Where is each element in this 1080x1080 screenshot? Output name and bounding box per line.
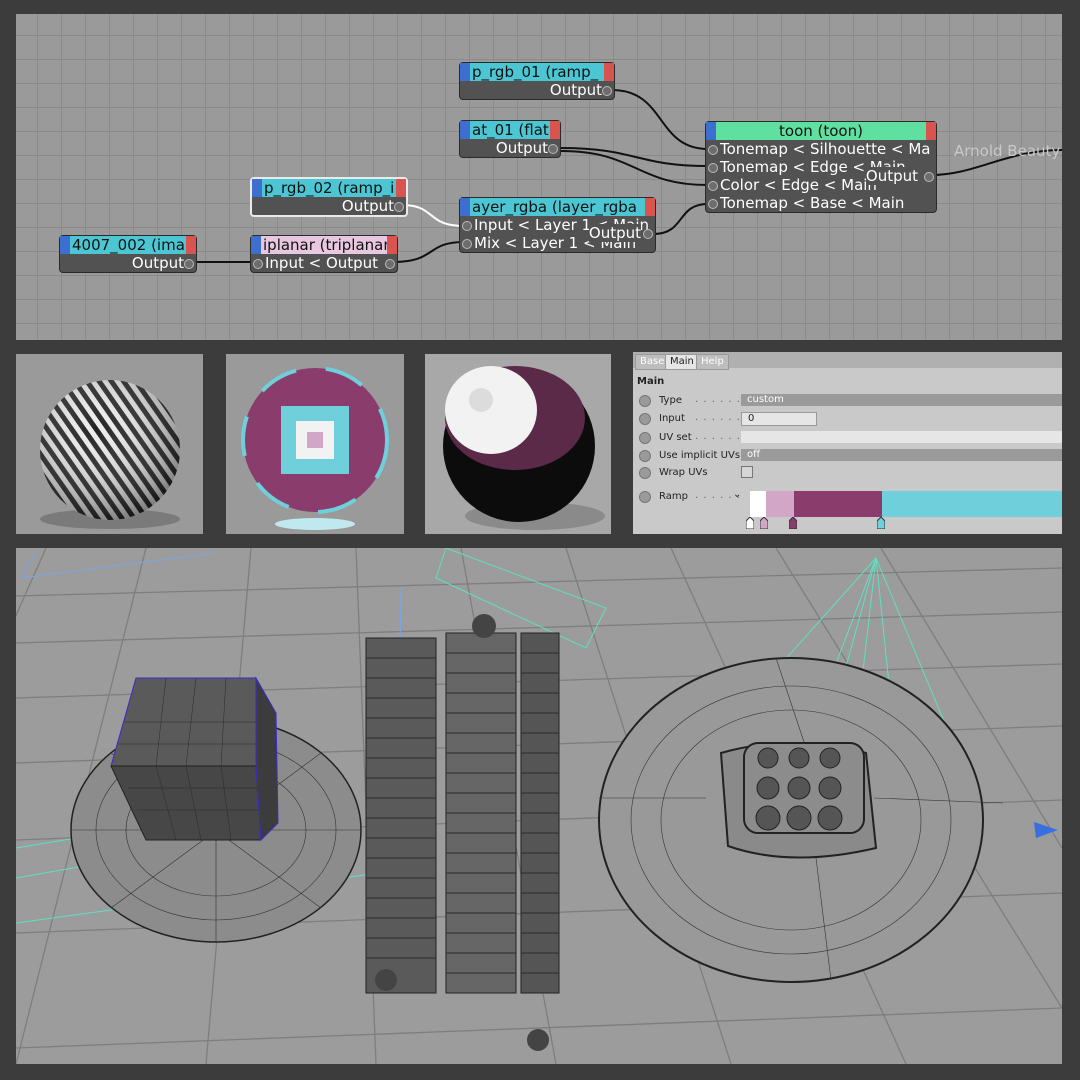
keyable-dot-icon[interactable] xyxy=(639,432,651,444)
output-port[interactable] xyxy=(385,259,395,269)
input-port[interactable] xyxy=(462,221,472,231)
ramp-stop-handle[interactable] xyxy=(746,517,754,529)
toon-sphere-icon xyxy=(425,354,611,534)
keyable-dot-icon[interactable] xyxy=(639,467,651,479)
attr-label: Use implicit UVs xyxy=(659,450,741,461)
output-label: Output xyxy=(341,197,394,215)
node-ramp-rgb-02[interactable]: p_rgb_02 (ramp_i Output xyxy=(250,177,408,217)
input-port[interactable] xyxy=(708,199,718,209)
tab-help[interactable]: Help xyxy=(696,354,729,370)
input-port[interactable] xyxy=(708,145,718,155)
node-title: ayer_rgba (layer_rgba xyxy=(472,198,637,216)
output-port[interactable] xyxy=(643,229,653,239)
node-image-4007[interactable]: 4007_002 (ima Output xyxy=(59,235,197,273)
3d-viewport[interactable] xyxy=(16,548,1062,1064)
output-label: Output xyxy=(588,224,641,242)
fin-stack xyxy=(365,614,560,1051)
swatch-triplanar-sphere[interactable] xyxy=(226,354,404,534)
output-label: Output xyxy=(865,167,918,185)
attr-label: Wrap UVs xyxy=(659,467,708,478)
keyable-dot-icon[interactable] xyxy=(639,395,651,407)
output-label: Output xyxy=(131,254,184,272)
striped-sphere-icon xyxy=(16,354,203,534)
output-label: Output xyxy=(549,81,602,99)
input-label: Tonemap < Base < Main xyxy=(720,194,905,212)
node-layer-rgba[interactable]: ayer_rgba (layer_rgba Input < Layer 1 < … xyxy=(459,197,656,253)
input-label: Input < Output xyxy=(265,254,379,272)
node-editor[interactable]: p_rgb_01 (ramp_ Output at_01 (flat Outpu… xyxy=(16,14,1062,340)
node-title: iplanar (triplanar xyxy=(263,236,390,254)
attr-row-type: Type . . . . . . . . custom xyxy=(637,393,1062,409)
arnold-beauty-label: Arnold Beauty xyxy=(954,142,1061,160)
ring-with-spheres xyxy=(598,657,1004,983)
type-dropdown[interactable]: custom xyxy=(741,394,1062,406)
input-field[interactable]: 0 xyxy=(741,412,817,426)
ramp-stop-handle[interactable] xyxy=(760,517,768,529)
attribute-editor[interactable]: Base Main Help Main Type . . . . . . . .… xyxy=(633,352,1062,534)
section-title: Main xyxy=(637,376,665,387)
input-port[interactable] xyxy=(708,181,718,191)
input-port[interactable] xyxy=(708,163,718,173)
input-label: Tonemap < Silhouette < Ma xyxy=(720,140,931,158)
output-label: Output xyxy=(495,139,548,157)
node-ramp-rgb-01[interactable]: p_rgb_01 (ramp_ Output xyxy=(459,62,615,100)
output-port[interactable] xyxy=(394,202,404,212)
ramp-stop-handle[interactable] xyxy=(877,517,885,529)
input-port[interactable] xyxy=(462,239,472,249)
attr-label: Input xyxy=(659,413,685,424)
attr-tab-bar: Base Main Help xyxy=(633,352,1062,370)
uv-set-field[interactable] xyxy=(741,431,1062,443)
node-title: toon (toon) xyxy=(779,122,863,140)
input-port[interactable] xyxy=(253,259,263,269)
attr-label: UV set xyxy=(659,432,692,443)
input-label: Color < Edge < Main xyxy=(720,176,877,194)
tab-main[interactable]: Main xyxy=(665,354,699,370)
chevron-down-icon[interactable]: ⌄ xyxy=(733,489,741,500)
wrap-uvs-checkbox[interactable] xyxy=(741,466,753,478)
output-port[interactable] xyxy=(548,144,558,154)
attr-label: Ramp xyxy=(659,491,688,502)
node-flat-01[interactable]: at_01 (flat Output xyxy=(459,120,561,158)
node-title: p_rgb_01 (ramp_ xyxy=(472,63,599,81)
attr-label: Type xyxy=(659,395,682,406)
ramp-stop-handle[interactable] xyxy=(789,517,797,529)
triplanar-sphere-icon xyxy=(226,354,404,534)
node-title: p_rgb_02 (ramp_i xyxy=(264,179,395,197)
ramp-gradient[interactable] xyxy=(750,491,1062,517)
keyable-dot-icon[interactable] xyxy=(639,491,651,503)
node-triplanar[interactable]: iplanar (triplanar Input < Output xyxy=(250,235,398,273)
attr-row-uv-set: UV set . . . . . . . xyxy=(637,430,1062,446)
output-port[interactable] xyxy=(184,259,194,269)
swatch-striped-sphere[interactable] xyxy=(16,354,203,534)
attr-row-wrap-uvs: Wrap UVs xyxy=(637,465,1062,481)
camera-gizmo xyxy=(20,552,217,579)
output-port[interactable] xyxy=(602,86,612,96)
attr-row-input: Input . . . . . . . . 0 xyxy=(637,411,1062,427)
swatch-toon-sphere[interactable] xyxy=(425,354,611,534)
node-title: 4007_002 (ima xyxy=(72,236,185,254)
attr-row-use-implicit-uvs: Use implicit UVs off xyxy=(637,448,1062,464)
keyable-dot-icon[interactable] xyxy=(639,450,651,462)
node-toon[interactable]: toon (toon) Tonemap < Silhouette < Ma To… xyxy=(705,121,937,213)
keyable-dot-icon[interactable] xyxy=(639,413,651,425)
use-implicit-uvs-dropdown[interactable]: off xyxy=(741,449,1062,461)
viewport-scene xyxy=(16,548,1062,1064)
cube-on-disc xyxy=(70,676,362,943)
node-title: at_01 (flat xyxy=(472,121,549,139)
output-port[interactable] xyxy=(924,172,934,182)
